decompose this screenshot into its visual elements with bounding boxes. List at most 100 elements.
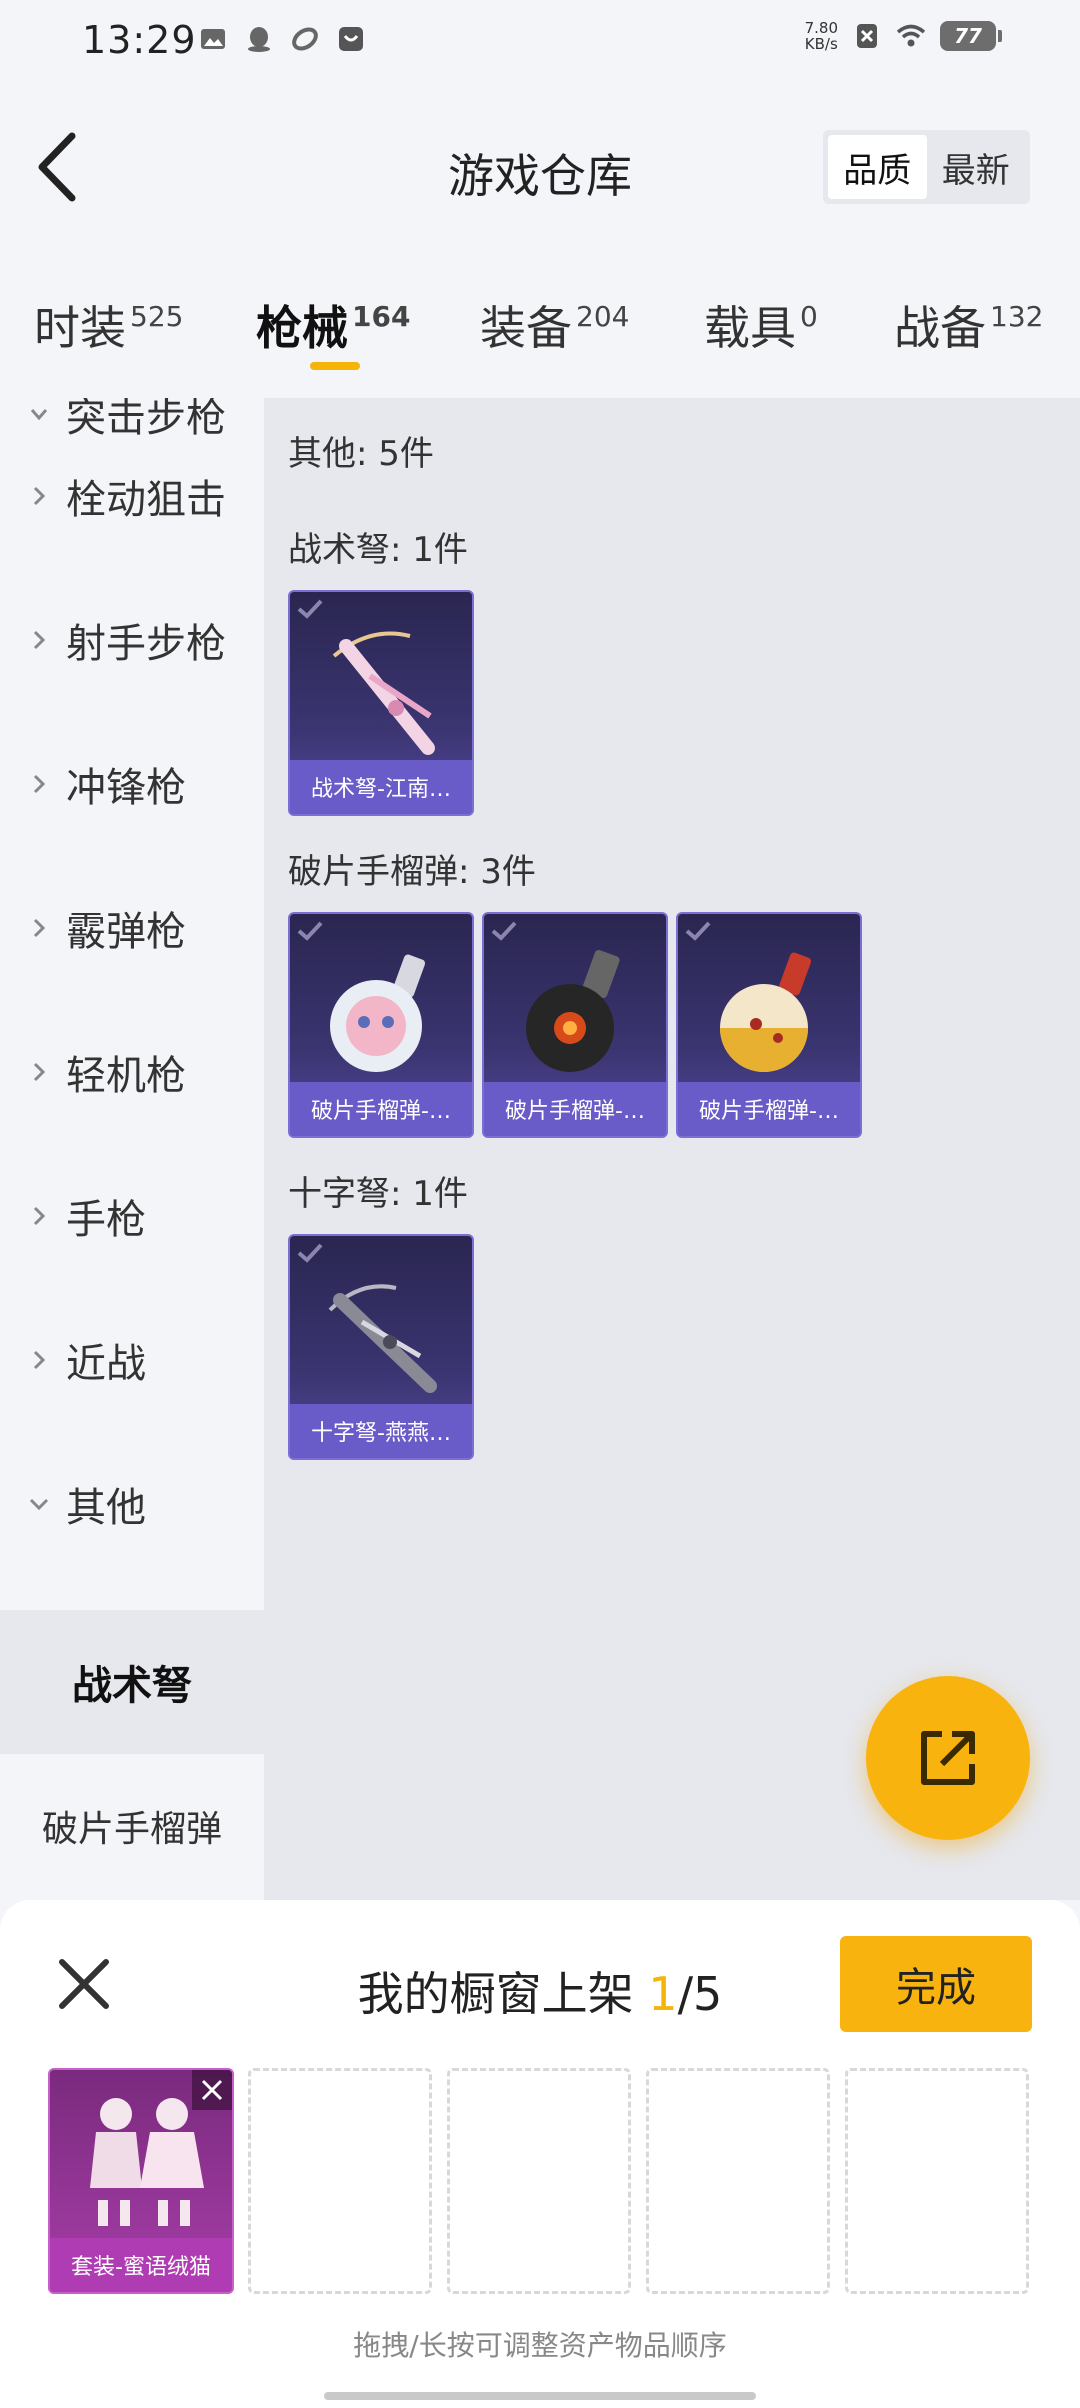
sidebar-subitem-tactical-crossbow[interactable]: 战术弩: [0, 1610, 264, 1754]
category-summary: 其他: 5件: [288, 434, 434, 474]
status-time: 13:29: [82, 18, 197, 62]
sort-quality-button[interactable]: 品质: [828, 135, 927, 199]
outfit-icon: [90, 2098, 204, 2226]
showcase-panel: 我的橱窗上架 1/5 完成 套装-蜜语绒猫 拖拽/长按可调整资产物品顺序: [0, 1900, 1080, 2408]
header: 游戏仓库 品质 最新: [0, 80, 1080, 260]
sidebar-item-label: 射手步枪: [66, 621, 226, 667]
sidebar-subitem-frag-grenade[interactable]: 破片手榴弹: [0, 1754, 264, 1898]
chevron-right-icon: [33, 1062, 46, 1082]
remove-item-icon[interactable]: [192, 2070, 232, 2110]
item-card[interactable]: 十字弩-燕燕…: [288, 1234, 474, 1460]
category-tabs: 时装 525 枪械 164 装备 204 载具 0 战备 132: [0, 260, 1080, 398]
item-name: 套装-蜜语绒猫: [50, 2238, 232, 2292]
showcase-slot-filled[interactable]: 套装-蜜语绒猫: [48, 2068, 234, 2294]
item-name: 十字弩-燕燕…: [290, 1404, 472, 1458]
item-card[interactable]: 破片手榴弹-…: [676, 912, 862, 1138]
tab-label: 枪械: [256, 301, 348, 355]
tab-count: 204: [576, 300, 630, 333]
showcase-slot-empty[interactable]: [845, 2068, 1029, 2294]
showcase-slot-empty[interactable]: [646, 2068, 830, 2294]
shop-bag-icon: [339, 27, 363, 51]
chevron-right-icon: [33, 1206, 46, 1226]
tab-equipment[interactable]: 装备 204: [480, 292, 629, 358]
grenade-icon: [720, 952, 812, 1072]
tab-label: 时装: [34, 301, 126, 355]
sidebar-item-label: 其他: [66, 1485, 146, 1531]
crossbow-icon: [328, 1284, 437, 1393]
item-name: 破片手榴弹-…: [290, 1082, 472, 1136]
section-title: 十字弩: 1件: [288, 1174, 468, 1214]
tab-firearms[interactable]: 枪械 164: [256, 292, 410, 358]
item-grid-area: 其他: 5件 战术弩: 1件 战术弩-江南… 破片手榴弹: 3件 破片手榴弹-…: [264, 398, 1080, 1900]
sidebar-item-label: 霰弹枪: [66, 909, 186, 955]
item-name: 战术弩-江南…: [290, 760, 472, 814]
grenade-icon: [526, 950, 620, 1072]
chevron-right-icon: [33, 630, 46, 650]
item-card[interactable]: 破片手榴弹-…: [288, 912, 474, 1138]
tab-fashion[interactable]: 时装 525: [34, 292, 183, 358]
showcase-count-total: /5: [677, 1967, 723, 2021]
grenade-icon: [330, 954, 426, 1072]
sim-off-icon: [857, 24, 877, 48]
tab-count: 164: [352, 300, 411, 333]
status-system-icons: 7.80 KB/s 77: [805, 20, 1002, 52]
item-card[interactable]: 战术弩-江南…: [288, 590, 474, 816]
sidebar-item-label: 冲锋枪: [66, 765, 186, 811]
item-card[interactable]: 破片手榴弹-…: [482, 912, 668, 1138]
chevron-right-icon: [33, 486, 46, 506]
showcase-slot-empty[interactable]: [248, 2068, 432, 2294]
qq-icon: [248, 27, 270, 52]
net-speed: 7.80 KB/s: [805, 20, 838, 52]
gallery-icon: [201, 29, 225, 49]
sidebar-item-label: 轻机枪: [66, 1053, 186, 1099]
net-speed-value: 7.80: [804, 19, 838, 37]
sort-newest-button[interactable]: 最新: [927, 135, 1026, 199]
section-title: 战术弩: 1件: [288, 530, 468, 570]
chevron-right-icon: [33, 774, 46, 794]
tab-combat-gear[interactable]: 战备 132: [894, 292, 1043, 358]
sort-toggle: 品质 最新: [823, 130, 1030, 204]
sidebar-item-label: 手枪: [66, 1197, 146, 1243]
tab-label: 载具: [704, 301, 796, 355]
link-icon: [292, 27, 318, 51]
share-export-icon: [921, 1731, 975, 1785]
section-title: 破片手榴弹: 3件: [288, 852, 536, 892]
wifi-icon: [896, 24, 926, 47]
tab-count: 0: [800, 300, 818, 333]
sidebar-item-pistol[interactable]: 手枪: [0, 1144, 264, 1288]
item-name: 破片手榴弹-…: [484, 1082, 666, 1136]
sidebar-item-marksman-rifle[interactable]: 射手步枪: [0, 568, 264, 712]
sidebar: 突击步枪 栓动狙击 射手步枪 冲锋枪 霰弹枪 轻机枪 手枪 近战 其他 战术弩 …: [0, 398, 264, 1900]
status-notification-icons: [198, 24, 366, 54]
net-speed-unit: KB/s: [804, 35, 838, 53]
chevron-right-icon: [33, 1350, 46, 1370]
tab-count: 132: [990, 300, 1044, 333]
showcase-slot-empty[interactable]: [447, 2068, 631, 2294]
crossbow-icon: [332, 631, 435, 755]
item-name: 破片手榴弹-…: [678, 1082, 860, 1136]
sidebar-item-label: 近战: [66, 1341, 146, 1387]
share-button[interactable]: [866, 1676, 1030, 1840]
sidebar-item-shotgun[interactable]: 霰弹枪: [0, 856, 264, 1000]
sidebar-item-melee[interactable]: 近战: [0, 1288, 264, 1432]
chevron-down-icon: [29, 1498, 49, 1511]
sidebar-item-lmg[interactable]: 轻机枪: [0, 1000, 264, 1144]
sidebar-item-smg[interactable]: 冲锋枪: [0, 712, 264, 856]
status-bar: 13:29 7.80 KB/s 77: [0, 0, 1080, 80]
chevron-right-icon: [33, 918, 46, 938]
battery-icon: 77: [940, 21, 1002, 51]
showcase-count-current: 1: [648, 1967, 678, 2021]
home-indicator[interactable]: [324, 2392, 756, 2400]
tab-count: 525: [130, 300, 184, 333]
done-button[interactable]: 完成: [840, 1936, 1032, 2032]
tab-vehicles[interactable]: 载具 0: [704, 292, 818, 358]
tab-label: 装备: [480, 301, 572, 355]
reorder-hint: 拖拽/长按可调整资产物品顺序: [353, 2329, 727, 2362]
tab-label: 战备: [894, 301, 986, 355]
sidebar-item-bolt-sniper[interactable]: 栓动狙击: [0, 424, 264, 568]
sidebar-item-label: 栓动狙击: [66, 477, 226, 523]
sidebar-item-other[interactable]: 其他: [0, 1432, 264, 1576]
showcase-title-text: 我的橱窗上架: [357, 1967, 649, 2021]
chevron-down-icon: [30, 409, 48, 421]
active-tab-indicator: [310, 362, 360, 370]
